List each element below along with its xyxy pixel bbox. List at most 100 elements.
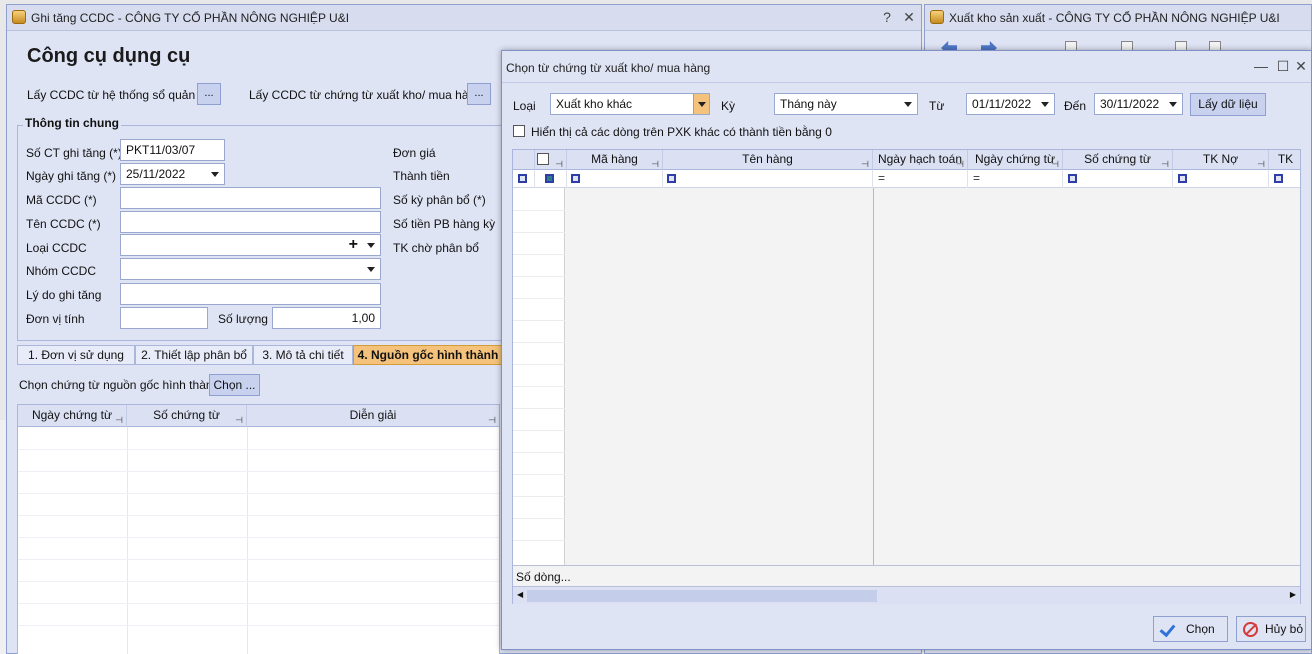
filter-icon[interactable] (545, 174, 554, 183)
maximize-button[interactable]: ☐ (1275, 58, 1291, 74)
tab-mo-ta-chi-tiet[interactable]: 3. Mô tả chi tiết (253, 345, 353, 365)
tab-nguon-goc-hinh-thanh[interactable]: 4. Nguồn gốc hình thành (353, 345, 503, 365)
column-ngay-hach-toan[interactable]: Ngày hạch toán ⊣ (873, 150, 968, 170)
row-count-label: Số dòng... (516, 570, 571, 584)
filter-cell[interactable] (535, 170, 567, 188)
ma-ccdc-input[interactable] (120, 187, 381, 209)
don-vi-input[interactable] (120, 307, 208, 329)
row-indicator-column (513, 188, 565, 565)
filter-cell[interactable]: = (873, 170, 968, 188)
den-label: Đến (1064, 99, 1087, 113)
filter-icon[interactable] (1068, 174, 1077, 183)
filter-cell[interactable] (1173, 170, 1269, 188)
get-data-button[interactable]: Lấy dữ liệu (1190, 93, 1266, 116)
get-from-voucher-button[interactable]: ... (467, 83, 491, 105)
ky-value: Tháng này (780, 97, 837, 111)
pin-icon[interactable]: ⊣ (488, 410, 496, 431)
so-ct-input[interactable]: PKT11/03/07 (120, 139, 225, 161)
pin-icon[interactable]: ⊣ (1257, 155, 1265, 170)
column-ten-hang[interactable]: Tên hàng ⊣ (663, 150, 873, 170)
close-button[interactable]: ✕ (901, 9, 917, 25)
column-tk[interactable]: TK (1269, 150, 1302, 170)
column-ma-hang[interactable]: Mã hàng ⊣ (567, 150, 663, 170)
filter-cell[interactable] (663, 170, 873, 188)
filter-icon[interactable] (1274, 174, 1283, 183)
equals-icon[interactable]: = (878, 171, 885, 185)
loai-select[interactable]: Xuất kho khác (550, 93, 710, 115)
ok-button[interactable]: Chọn (1153, 616, 1228, 642)
den-date-picker[interactable]: 30/11/2022 (1094, 93, 1183, 115)
source-grid-header: Ngày chứng từ ⊣ Số chứng từ ⊣ Diễn giải … (18, 405, 499, 427)
nhom-ccdc-label: Nhóm CCDC (26, 264, 97, 278)
loai-ccdc-select[interactable]: + (120, 234, 381, 256)
column-dien-giai[interactable]: Diễn giải ⊣ (247, 405, 499, 427)
check-icon (1160, 621, 1178, 637)
ngay-label: Ngày ghi tăng (*) (26, 169, 117, 183)
column-ngay-chung-tu[interactable]: Ngày chứng từ ⊣ (968, 150, 1063, 170)
pin-icon[interactable]: ⊣ (651, 155, 659, 170)
choose-source-button[interactable]: Chọn ... (209, 374, 260, 396)
pin-icon[interactable]: ⊣ (115, 410, 123, 431)
choose-voucher-dialog: Chọn từ chứng từ xuất kho/ mua hàng — ☐ … (501, 50, 1312, 650)
equals-icon[interactable]: = (973, 171, 980, 185)
get-from-system-label: Lấy CCDC từ hệ thống sổ quản trị (27, 88, 209, 102)
filter-icon[interactable] (518, 174, 527, 183)
scroll-right-icon[interactable]: ▶ (1290, 590, 1296, 599)
filter-cell[interactable] (513, 170, 535, 188)
filter-icon[interactable] (571, 174, 580, 183)
column-label: Tên hàng (742, 152, 793, 166)
scroll-left-icon[interactable]: ◀ (517, 590, 523, 599)
filter-cell[interactable] (1063, 170, 1173, 188)
tab-thiet-lap-phan-bo[interactable]: 2. Thiết lập phân bổ (135, 345, 253, 365)
ly-do-input[interactable] (120, 283, 381, 305)
grid-row-line (18, 581, 499, 582)
help-button[interactable]: ? (879, 9, 895, 25)
pin-icon[interactable]: ⊣ (1161, 155, 1169, 170)
horizontal-scrollbar[interactable]: ◀ ▶ (513, 586, 1300, 604)
tu-label: Từ (929, 99, 945, 113)
pin-icon[interactable]: ⊣ (555, 155, 563, 170)
pin-icon[interactable]: ⊣ (1051, 155, 1059, 170)
grid-row-line (513, 540, 565, 541)
scroll-thumb[interactable] (527, 590, 877, 602)
so-luong-input[interactable]: 1,00 (272, 307, 381, 329)
source-grid: Ngày chứng từ ⊣ Số chứng từ ⊣ Diễn giải … (17, 404, 500, 654)
filter-icon[interactable] (1178, 174, 1187, 183)
get-from-system-button[interactable]: ... (197, 83, 221, 105)
grid-row-line (18, 449, 499, 450)
show-zero-lines-checkbox[interactable] (513, 125, 525, 137)
filter-cell[interactable] (567, 170, 663, 188)
ky-select[interactable]: Tháng này (774, 93, 918, 115)
column-label: Mã hàng (591, 152, 638, 166)
ten-ccdc-input[interactable] (120, 211, 381, 233)
minimize-button[interactable]: — (1253, 58, 1269, 74)
voucher-grid: ⊣ Mã hàng ⊣ Tên hàng ⊣ Ngày hạch toán ⊣ … (512, 149, 1301, 604)
filter-cell[interactable]: = (968, 170, 1063, 188)
pin-icon[interactable]: ⊣ (956, 155, 964, 170)
thanh-tien-label: Thành tiền (393, 169, 450, 183)
plus-icon[interactable]: + (349, 236, 358, 254)
dialog-title: Chọn từ chứng từ xuất kho/ mua hàng (506, 61, 711, 75)
filter-icon[interactable] (667, 174, 676, 183)
cancel-button[interactable]: Hủy bỏ (1236, 616, 1306, 642)
column-so-chung-tu[interactable]: Số chứng từ ⊣ (1063, 150, 1173, 170)
grid-row-line (18, 603, 499, 604)
so-tien-pb-label: Số tiền PB hàng kỳ (393, 217, 496, 231)
filter-cell[interactable] (1269, 170, 1302, 188)
ngay-value: 25/11/2022 (126, 167, 186, 181)
ngay-ghi-tang-picker[interactable]: 25/11/2022 (120, 163, 225, 185)
column-ngay-chung-tu[interactable]: Ngày chứng từ ⊣ (18, 405, 127, 427)
grid-row-line (513, 430, 565, 431)
column-tk-no[interactable]: TK Nợ ⊣ (1173, 150, 1269, 170)
chevron-down-icon[interactable] (693, 94, 709, 114)
detail-tabs: 1. Đơn vị sử dụng 2. Thiết lập phân bổ 3… (17, 345, 503, 365)
column-so-chung-tu[interactable]: Số chứng từ ⊣ (127, 405, 247, 427)
select-all-checkbox[interactable] (537, 153, 549, 165)
pin-icon[interactable]: ⊣ (235, 410, 243, 431)
tu-date-picker[interactable]: 01/11/2022 (966, 93, 1055, 115)
nhom-ccdc-select[interactable] (120, 258, 381, 280)
tab-don-vi-su-dung[interactable]: 1. Đơn vị sử dụng (17, 345, 135, 365)
close-button[interactable]: ✕ (1293, 58, 1309, 74)
pin-icon[interactable]: ⊣ (861, 155, 869, 170)
grid-row-line (513, 276, 565, 277)
